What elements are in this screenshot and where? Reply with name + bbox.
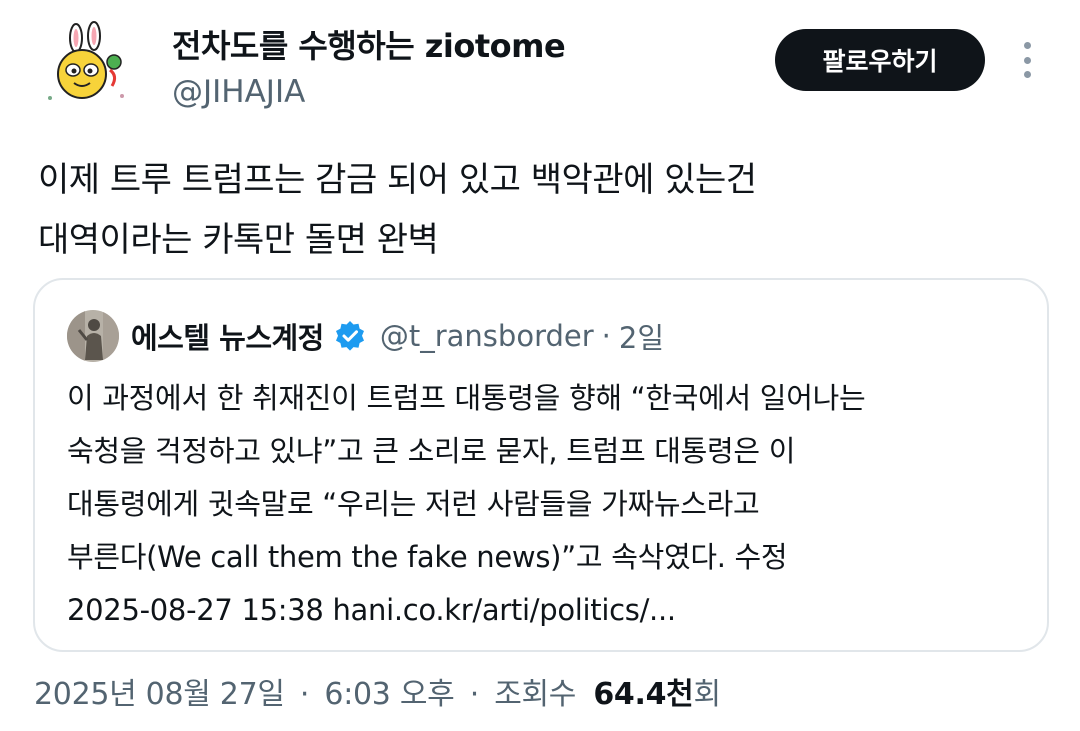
quoted-tweet-card[interactable]: 에스텔 뉴스계정 @t_ransborder · 2일 이 과정에서 한 취재진… — [33, 278, 1049, 652]
quote-body-line: 부른다(We call them the fake news)”고 속삭였다. … — [67, 540, 788, 574]
author-avatar[interactable] — [40, 20, 130, 110]
verified-badge-icon — [335, 321, 364, 351]
tweet-text: 이제 트루 트럼프는 감금 되어 있고 백악관에 있는건 대역이라는 카톡만 돌… — [38, 150, 1028, 270]
quote-body-line: 2025-08-27 15:38 hani.co.kr/arti/politic… — [67, 593, 676, 627]
views-count[interactable]: 64.4천 — [593, 677, 693, 712]
author-handle[interactable]: @JIHAJIA — [172, 72, 305, 112]
statue-photo-icon — [67, 310, 119, 362]
more-vertical-icon[interactable] — [1012, 38, 1042, 82]
tweet-text-line: 대역이라는 카톡만 돌면 완벽 — [38, 220, 439, 260]
follow-button[interactable]: 팔로우하기 — [775, 29, 985, 91]
quote-age[interactable]: 2일 — [619, 315, 664, 357]
quote-header: 에스텔 뉴스계정 @t_ransborder · 2일 — [131, 312, 664, 360]
cartoon-rabbit-avatar-icon — [41, 21, 129, 109]
quote-body-line: 숙청을 걱정하고 있냐”고 큰 소리로 묻자, 트럼프 대통령은 이 — [67, 434, 796, 468]
quote-body-line: 이 과정에서 한 취재진이 트럼프 대통령을 향해 “한국에서 일어나는 — [67, 381, 866, 415]
tweet-date[interactable]: 2025년 08월 27일 — [34, 677, 285, 712]
quote-author-handle[interactable]: @t_ransborder — [380, 319, 594, 353]
tweet-time[interactable]: 6:03 오후 — [324, 677, 454, 712]
quote-separator: · — [601, 319, 611, 353]
views-suffix: 회 — [693, 677, 721, 712]
views-label: 조회수 — [494, 677, 577, 712]
tweet-timestamp-row: 2025년 08월 27일 · 6:03 오후 · 조회수 64.4천회 — [34, 672, 721, 718]
more-dot — [1023, 56, 1031, 64]
meta-separator: · — [469, 677, 480, 712]
more-dot — [1023, 42, 1031, 49]
tweet-text-line: 이제 트루 트럼프는 감금 되어 있고 백악관에 있는건 — [38, 160, 757, 200]
quote-author-avatar — [67, 310, 119, 362]
quote-body-line: 대통령에게 귓속말로 “우리는 저런 사람들을 가짜뉴스라고 — [67, 487, 760, 521]
quote-author-name[interactable]: 에스텔 뉴스계정 — [131, 315, 324, 357]
quote-body: 이 과정에서 한 취재진이 트럼프 대통령을 향해 “한국에서 일어나는 숙청을… — [67, 372, 1027, 637]
meta-separator: · — [299, 677, 310, 712]
author-display-name[interactable]: 전차도를 수행하는 ziotome — [172, 26, 566, 66]
more-dot — [1023, 71, 1031, 78]
